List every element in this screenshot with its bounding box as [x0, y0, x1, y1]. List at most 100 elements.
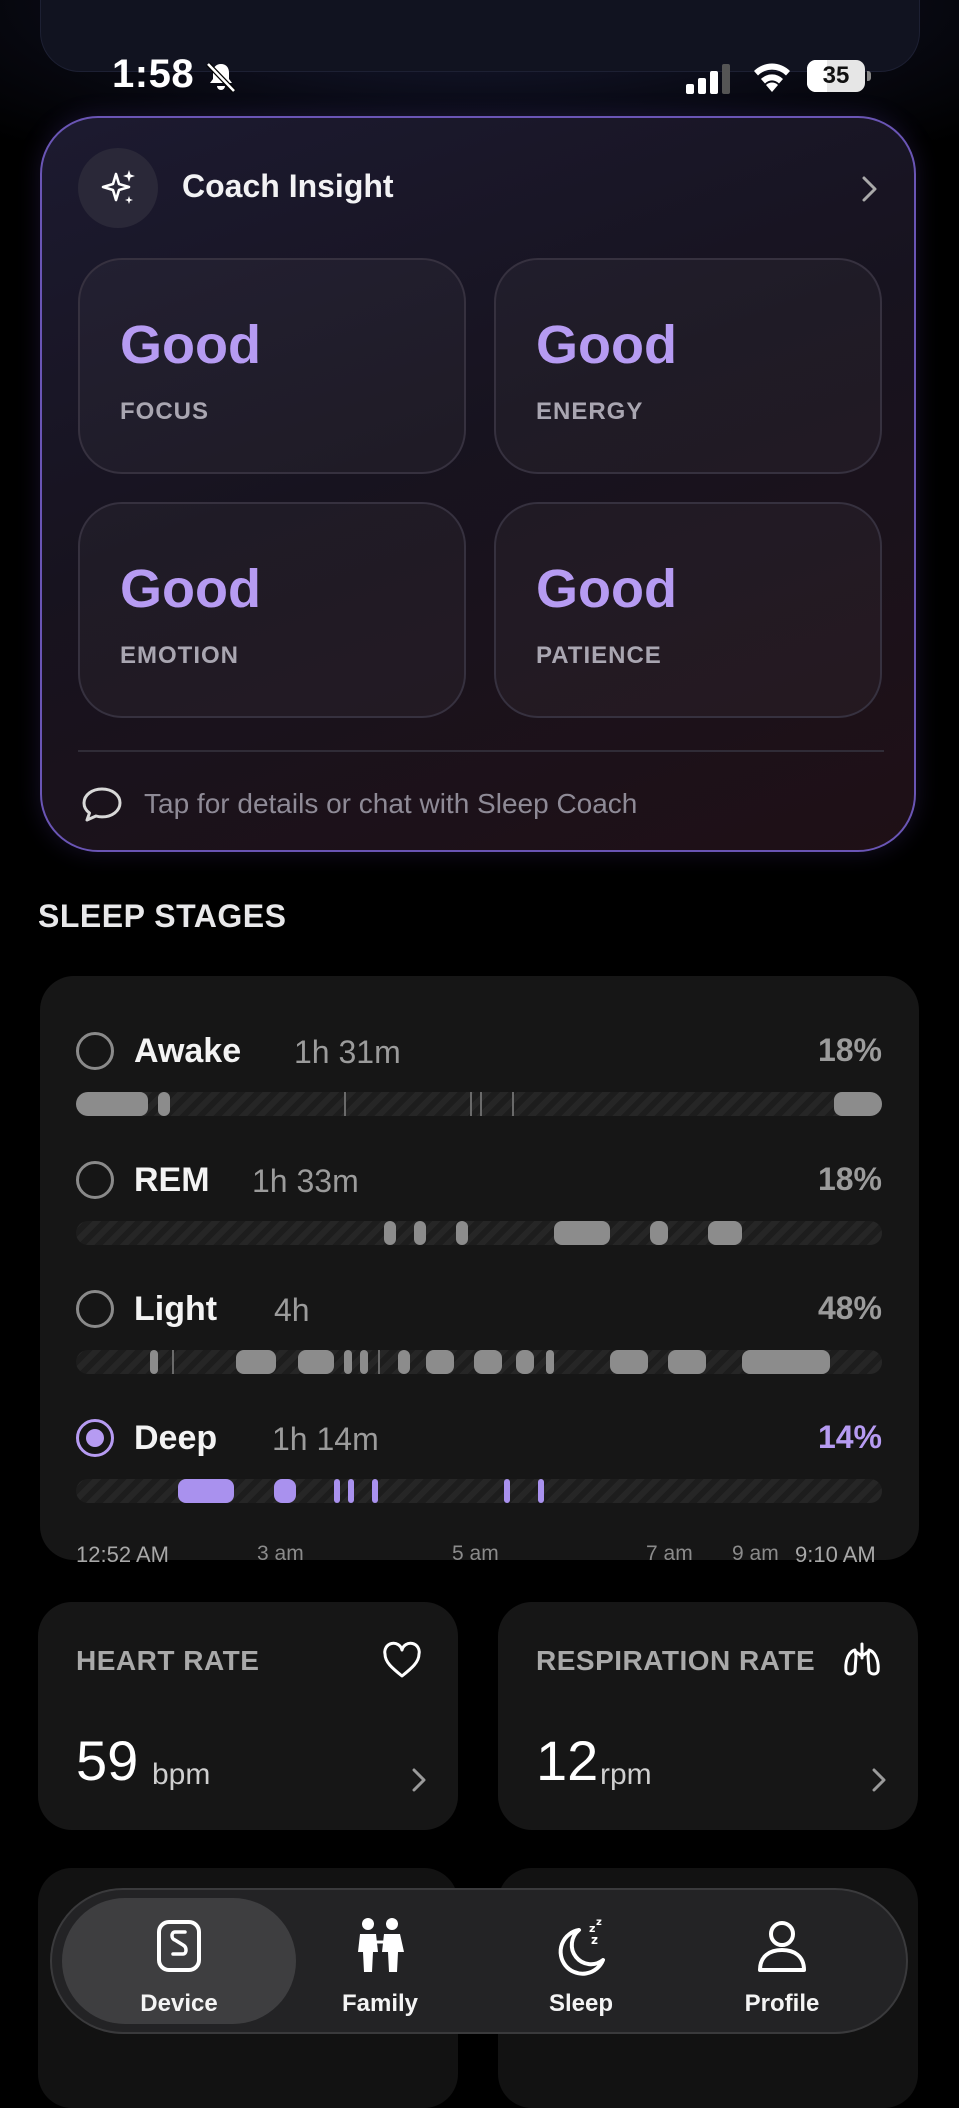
- bell-slash-icon: [206, 62, 236, 93]
- patience-value: Good: [536, 559, 677, 619]
- radio-rem[interactable]: [76, 1161, 114, 1199]
- timeline-tick: [172, 1350, 174, 1374]
- coach-insight-card[interactable]: Coach Insight Good FOCUS Good ENERGY Goo…: [40, 116, 916, 852]
- sparkles-icon: [101, 170, 135, 204]
- tab-label: Device: [140, 1990, 218, 2017]
- timeline-segment: [384, 1221, 396, 1245]
- timeline-tick: [512, 1092, 514, 1116]
- coach-icon-badge: [78, 148, 158, 228]
- coach-insight-title: Coach Insight: [182, 168, 394, 204]
- tab-sleep[interactable]: z z z Sleep: [481, 1890, 681, 2036]
- bottom-tab-bar: Device Family z z z Sleep Profile: [50, 1888, 908, 2034]
- tab-family[interactable]: Family: [280, 1890, 480, 2036]
- heart-rate-title: HEART RATE: [76, 1645, 260, 1676]
- profile-icon: [758, 1921, 806, 1972]
- timeline-segment: [426, 1350, 454, 1374]
- time-axis-label: 7 am: [646, 1542, 693, 1565]
- timeline-segment: [474, 1350, 502, 1374]
- timeline-segment: [360, 1350, 368, 1374]
- stage-percent: 48%: [817, 1290, 882, 1326]
- svg-text:z: z: [591, 1933, 598, 1947]
- timeline-segment: [158, 1092, 170, 1116]
- chevron-right-icon[interactable]: [870, 1766, 888, 1794]
- timeline-tick: [378, 1350, 380, 1374]
- respiration-rate-card[interactable]: RESPIRATION RATE 12 rpm: [498, 1602, 918, 1830]
- rem-timeline-track: [76, 1221, 882, 1245]
- respiration-rate-value: 12: [536, 1729, 599, 1792]
- timeline-segment: [650, 1221, 668, 1245]
- heart-rate-card[interactable]: HEART RATE 59 bpm: [38, 1602, 458, 1830]
- time-axis-label: 9 am: [732, 1542, 779, 1565]
- stage-name: Deep: [134, 1419, 218, 1457]
- coach-footer-text[interactable]: Tap for details or chat with Sleep Coach: [144, 788, 637, 820]
- time-axis-label: 5 am: [452, 1542, 499, 1565]
- timeline-segment: [348, 1479, 354, 1503]
- energy-label: ENERGY: [536, 398, 644, 425]
- timeline-tick: [470, 1092, 472, 1116]
- time-axis-label: 3 am: [257, 1542, 304, 1565]
- chevron-right-icon[interactable]: [410, 1766, 428, 1794]
- battery-percent: 35: [822, 62, 850, 89]
- stage-row-rem[interactable]: REM 1h 33m 18%: [76, 1157, 882, 1257]
- stage-duration: 1h 14m: [272, 1421, 379, 1457]
- timeline-segment: [538, 1479, 544, 1503]
- wifi-icon: [754, 63, 790, 92]
- stage-name: REM: [134, 1161, 210, 1199]
- radio-light[interactable]: [76, 1290, 114, 1328]
- timeline-tick: [344, 1092, 346, 1116]
- stage-percent: 18%: [817, 1032, 882, 1068]
- cellular-signal-icon: [686, 64, 730, 94]
- timeline-segment: [236, 1350, 276, 1374]
- lungs-icon: [844, 1642, 880, 1676]
- status-time: 1:58: [112, 52, 195, 96]
- focus-metric-tile[interactable]: Good FOCUS: [78, 258, 466, 474]
- timeline-segment: [178, 1479, 234, 1503]
- tab-device[interactable]: Device: [79, 1890, 279, 2036]
- energy-metric-tile[interactable]: Good ENERGY: [494, 258, 882, 474]
- sleep-stages-card: Awake 1h 31m 18% REM 1h 33m 18% Light 4h…: [40, 976, 919, 1560]
- radio-deep-selected[interactable]: [76, 1419, 114, 1457]
- emotion-label: EMOTION: [120, 642, 239, 669]
- heart-rate-unit: bpm: [152, 1758, 211, 1791]
- timeline-segment: [668, 1350, 706, 1374]
- chat-bubble-icon: [82, 787, 122, 822]
- patience-metric-tile[interactable]: Good PATIENCE: [494, 502, 882, 718]
- timeline-segment: [414, 1221, 426, 1245]
- sleep-moon-icon: z z z: [558, 1917, 605, 1976]
- respiration-rate-title: RESPIRATION RATE: [536, 1645, 816, 1676]
- stage-row-awake[interactable]: Awake 1h 31m 18%: [76, 1028, 882, 1128]
- focus-label: FOCUS: [120, 398, 209, 425]
- battery-icon: 35: [807, 60, 871, 92]
- timeline-segment: [76, 1092, 148, 1116]
- stage-row-deep[interactable]: Deep 1h 14m 14%: [76, 1415, 882, 1515]
- timeline-segment: [372, 1479, 378, 1503]
- tab-profile[interactable]: Profile: [682, 1890, 882, 2036]
- stage-row-light[interactable]: Light 4h 48%: [76, 1286, 882, 1386]
- timeline-segment: [834, 1092, 882, 1116]
- emotion-metric-tile[interactable]: Good EMOTION: [78, 502, 466, 718]
- timeline-segment: [554, 1221, 610, 1245]
- respiration-rate-unit: rpm: [600, 1758, 652, 1791]
- tab-label: Sleep: [548, 1990, 614, 2017]
- timeline-segment: [546, 1350, 554, 1374]
- timeline-segment: [610, 1350, 648, 1374]
- time-axis-end: 9:10 AM: [795, 1542, 876, 1567]
- timeline-segment: [274, 1479, 296, 1503]
- light-timeline-track: [76, 1350, 882, 1374]
- patience-label: PATIENCE: [536, 642, 662, 669]
- timeline-segment: [298, 1350, 334, 1374]
- device-icon: [157, 1920, 201, 1972]
- radio-awake[interactable]: [76, 1032, 114, 1070]
- chevron-right-icon[interactable]: [860, 174, 880, 204]
- time-axis-start: 12:52 AM: [76, 1542, 169, 1567]
- heart-icon: [383, 1641, 421, 1678]
- focus-value: Good: [120, 315, 261, 375]
- timeline-segment: [708, 1221, 742, 1245]
- timeline-segment: [504, 1479, 510, 1503]
- stage-percent: 14%: [817, 1419, 882, 1455]
- awake-timeline-track: [76, 1092, 882, 1116]
- timeline-segment: [742, 1350, 830, 1374]
- stage-percent: 18%: [817, 1161, 882, 1197]
- tab-label: Profile: [744, 1990, 820, 2017]
- timeline-segment: [456, 1221, 468, 1245]
